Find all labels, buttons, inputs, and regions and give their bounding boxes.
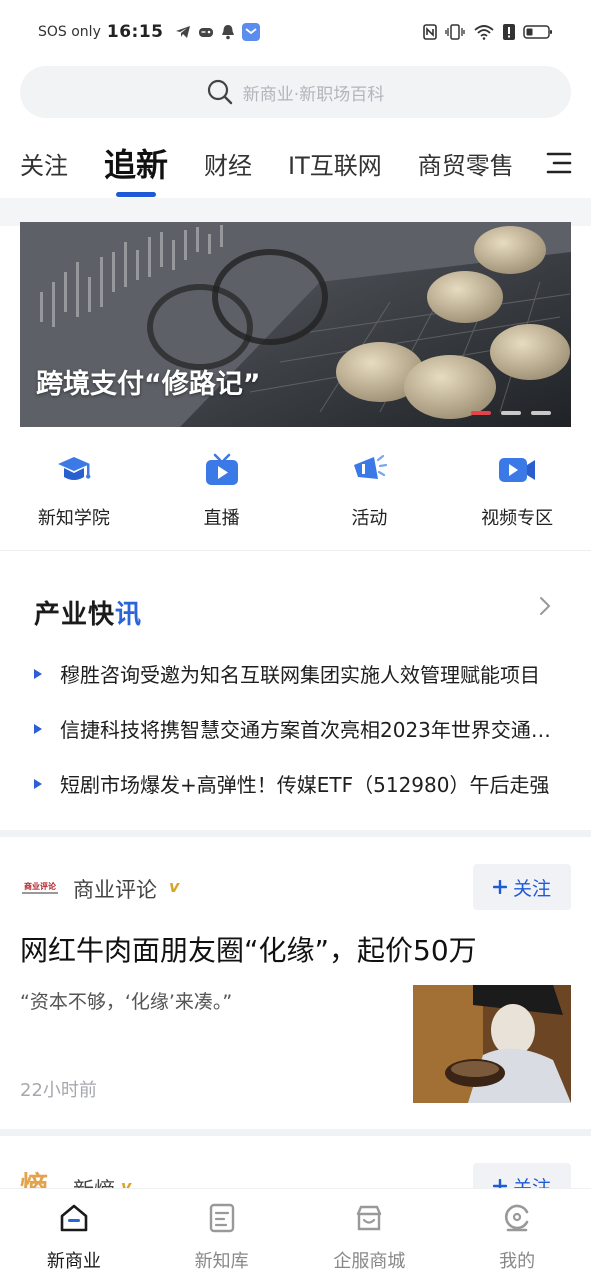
quick-entry-video[interactable]: 视频专区	[443, 440, 591, 550]
tab-finance[interactable]: 财经	[186, 135, 270, 191]
quick-entry-academy[interactable]: 新知学院	[0, 440, 148, 550]
app-badge-icon	[242, 23, 261, 41]
verified-badge: v	[169, 877, 180, 896]
banner-title: 跨境支付“修路记”	[36, 369, 261, 400]
menu-icon	[546, 152, 572, 174]
nav-item-knowledge[interactable]: 新知库	[148, 1189, 296, 1280]
quick-entry-label: 视频专区	[481, 508, 554, 529]
quick-entry-label: 活动	[351, 508, 388, 529]
plus-icon	[492, 880, 507, 894]
news-headline: 信捷科技将携智慧交通方案首次亮相2023年世界交通运输大会	[60, 718, 558, 742]
section-title-highlight: 讯	[115, 600, 143, 630]
banner-carousel[interactable]: 跨境支付“修路记”	[20, 222, 571, 427]
search-placeholder: 新商业·新职场百科	[242, 84, 385, 105]
notification-icons	[175, 23, 261, 41]
news-headline: 短剧市场爆发+高弹性！传媒ETF（512980）午后走强	[60, 773, 550, 797]
nav-item-me[interactable]: 我的	[443, 1189, 591, 1280]
tab-retail[interactable]: 商贸零售	[400, 135, 532, 191]
bell-icon	[222, 25, 235, 40]
status-left: SOS only 16:15	[38, 22, 261, 42]
bullet-icon	[34, 778, 42, 789]
wifi-6-icon	[474, 25, 494, 40]
svg-text:商业评论: 商业评论	[24, 881, 57, 891]
news-item[interactable]: 短剧市场爆发+高弹性！传媒ETF（512980）午后走强	[34, 756, 558, 811]
thumbnail-image	[413, 985, 571, 1103]
store-icon	[352, 1201, 386, 1235]
vibrate-icon	[445, 24, 465, 40]
follow-label: 关注	[512, 877, 551, 900]
nfc-icon	[423, 24, 437, 40]
battery-icon	[523, 25, 552, 39]
article-summary: “资本不够，‘化缘’来凑。”	[20, 991, 233, 1013]
document-icon	[205, 1201, 239, 1235]
nav-label: 企服商城	[333, 1251, 406, 1272]
bullet-icon	[34, 668, 42, 679]
live-tv-icon	[200, 448, 244, 492]
source-logo: 商业评论	[20, 881, 60, 894]
article-card[interactable]: 商业评论 商业评论 v 关注 网红牛肉面朋友圈“化缘”，起价50万 “资本不够，…	[0, 837, 591, 1129]
profile-icon	[500, 1201, 534, 1235]
industry-news-section: 产业快讯 穆胜咨询受邀为知名互联网集团实施人效管理赋能项目 信捷科技将携智慧交通…	[0, 552, 591, 830]
carousel-dot	[531, 411, 551, 415]
news-list: 穆胜咨询受邀为知名互联网集团实施人效管理赋能项目 信捷科技将携智慧交通方案首次亮…	[34, 646, 558, 811]
carrier-text: SOS only	[38, 24, 101, 40]
article-card[interactable]: 熵 新熵 v 关注	[0, 1136, 591, 1196]
quick-entry-events[interactable]: 活动	[296, 440, 444, 550]
section-spacer	[0, 830, 591, 837]
home-icon	[57, 1201, 91, 1235]
search-bar[interactable]: 新商业·新职场百科	[20, 66, 571, 118]
tab-it-internet[interactable]: IT互联网	[270, 135, 400, 191]
graduation-cap-icon	[52, 448, 96, 492]
nav-item-new-business[interactable]: 新商业	[0, 1189, 148, 1280]
bottom-navigation: 新商业 新知库 企服商城 我的	[0, 1188, 591, 1280]
carousel-dot-active	[471, 411, 491, 415]
megaphone-icon	[347, 448, 391, 492]
section-spacer	[0, 1129, 591, 1136]
nav-label: 我的	[499, 1251, 536, 1272]
category-tabs: 关注 追新 财经 IT互联网 商贸零售	[0, 130, 591, 196]
news-item[interactable]: 穆胜咨询受邀为知名互联网集团实施人效管理赋能项目	[34, 646, 558, 701]
nav-label: 新商业	[46, 1251, 101, 1272]
section-title: 产业快讯	[34, 594, 142, 631]
tab-latest[interactable]: 追新	[86, 135, 186, 191]
chevron-right-icon[interactable]	[539, 596, 551, 620]
nav-item-store[interactable]: 企服商城	[296, 1189, 444, 1280]
news-item[interactable]: 信捷科技将携智慧交通方案首次亮相2023年世界交通运输大会	[34, 701, 558, 756]
article-title[interactable]: 网红牛肉面朋友圈“化缘”，起价50万	[20, 929, 580, 969]
clock: 16:15	[106, 22, 164, 42]
alert-icon	[503, 24, 515, 40]
divider	[0, 550, 591, 551]
nav-label: 新知库	[194, 1251, 249, 1272]
news-headline: 穆胜咨询受邀为知名互联网集团实施人效管理赋能项目	[60, 663, 540, 687]
status-bar: SOS only 16:15	[0, 0, 591, 64]
system-icons	[423, 24, 553, 40]
section-title-main: 产业快	[34, 600, 116, 630]
quick-entry-live[interactable]: 直播	[148, 440, 296, 550]
quick-entries: 新知学院 直播 活动 视频专区	[0, 440, 591, 550]
carousel-indicators	[471, 411, 551, 415]
follow-button[interactable]: 关注	[473, 864, 571, 910]
telegram-icon	[176, 26, 191, 38]
tabs-menu-button[interactable]	[523, 130, 591, 196]
bullet-icon	[34, 723, 42, 734]
source-name[interactable]: 商业评论	[73, 874, 157, 904]
quick-entry-label: 直播	[203, 508, 240, 529]
tab-follow[interactable]: 关注	[0, 135, 86, 191]
search-icon	[207, 79, 232, 105]
game-controller-icon	[199, 28, 214, 37]
quick-entry-label: 新知学院	[37, 508, 110, 529]
carousel-dot	[501, 411, 521, 415]
article-thumbnail[interactable]	[413, 985, 571, 1103]
video-camera-icon	[495, 448, 539, 492]
article-time: 22小时前	[20, 1080, 97, 1101]
